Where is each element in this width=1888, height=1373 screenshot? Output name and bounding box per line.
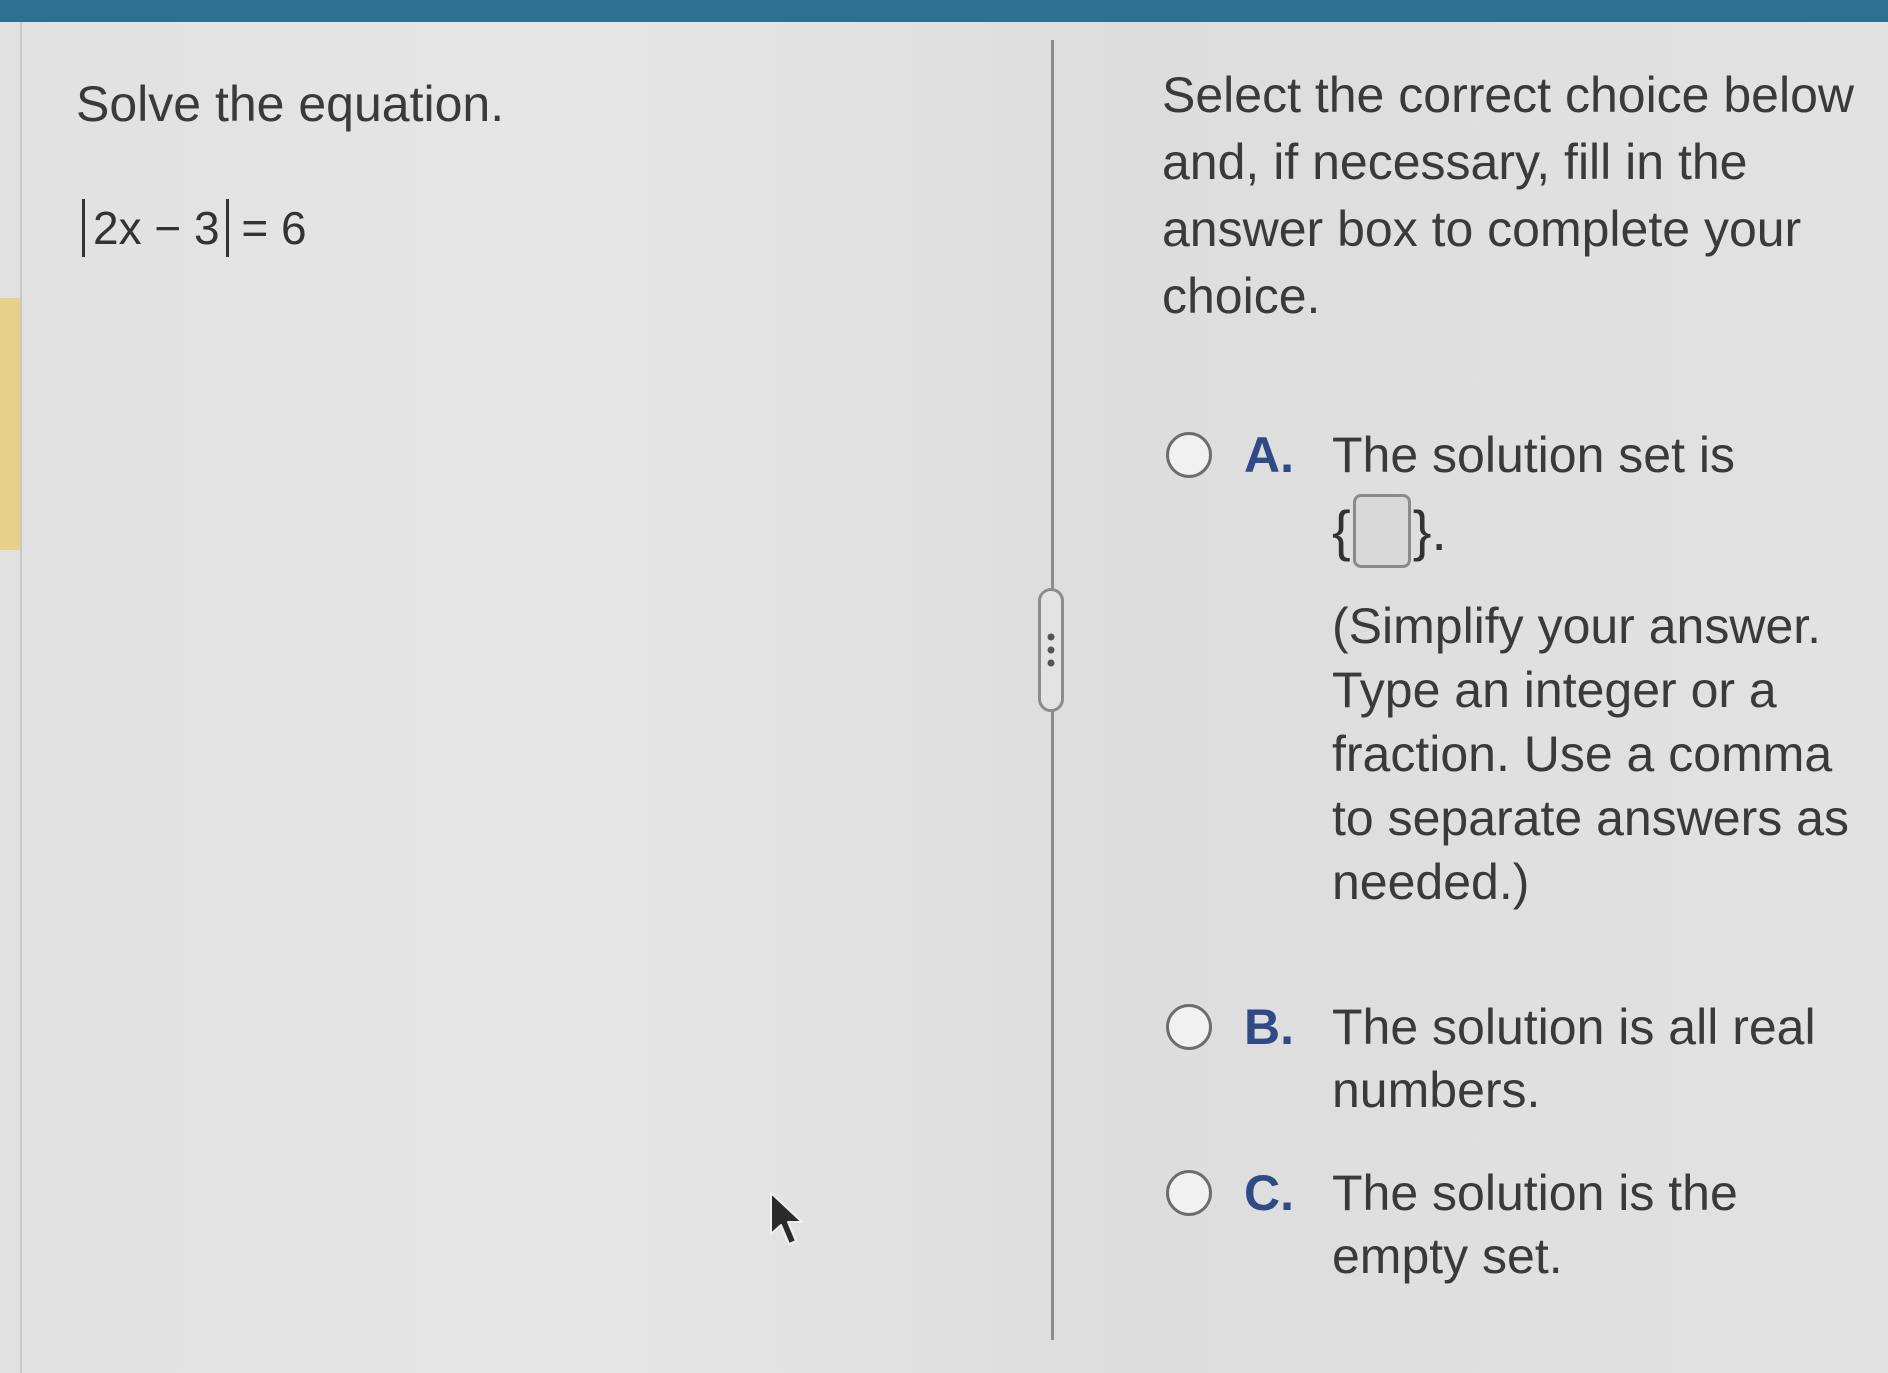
left-accent-strip [0, 298, 20, 550]
choice-c[interactable]: C. The solution is the empty set. [1166, 1162, 1866, 1292]
answer-input-box[interactable] [1352, 494, 1411, 569]
mouse-pointer-icon [770, 1192, 803, 1245]
choice-b-text: The solution is all real numbers. [1332, 999, 1816, 1118]
choice-a-radio[interactable] [1166, 432, 1212, 478]
choice-b-letter: B. [1244, 999, 1294, 1055]
left-edge-line [20, 22, 22, 1373]
answer-instructions: Select the correct choice below and, if … [1162, 67, 1855, 324]
solution-set-expression: {}. [1332, 490, 1447, 572]
choice-c-letter: C. [1244, 1165, 1294, 1221]
top-bar [0, 0, 1888, 22]
choice-b[interactable]: B. The solution is all real numbers. [1166, 996, 1866, 1126]
equation: 2x − 3 = 6 [82, 198, 307, 261]
set-close-brace: }. [1412, 499, 1447, 562]
question-prompt: Solve the equation. [76, 76, 505, 132]
choice-b-radio[interactable] [1166, 1004, 1212, 1050]
absolute-value-bar-left [82, 198, 85, 257]
choice-c-radio[interactable] [1166, 1170, 1212, 1216]
vertical-ellipsis-icon [1047, 633, 1055, 667]
choice-a[interactable]: A. The solution set is {}. (Simplify you… [1166, 424, 1866, 944]
choice-c-text: The solution is the empty set. [1332, 1165, 1738, 1284]
set-open-brace: { [1332, 499, 1351, 562]
absolute-value-bar-right [225, 198, 229, 257]
choice-a-hint: (Simplify your answer. Type an integer o… [1332, 598, 1849, 910]
equation-inner-expression: 2x − 3 [93, 202, 220, 254]
choice-a-text: The solution set is [1332, 427, 1735, 483]
equation-rhs: = 6 [241, 202, 307, 254]
pane-divider-handle[interactable] [1038, 588, 1064, 712]
choice-a-letter: A. [1244, 427, 1294, 483]
